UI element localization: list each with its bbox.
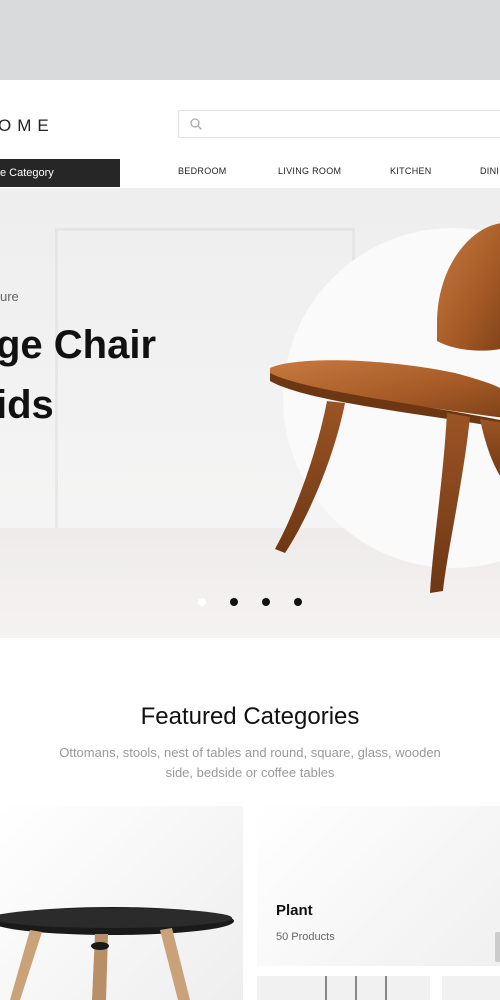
carousel-dots xyxy=(198,598,302,606)
hero-eyebrow: ure xyxy=(0,289,19,304)
category-card-tables[interactable] xyxy=(0,806,243,1000)
hero-title-line2: ids xyxy=(0,383,54,427)
hero-title-line1: ge Chair xyxy=(0,323,157,367)
carousel-dot-1[interactable] xyxy=(198,598,206,606)
lamp-cord xyxy=(355,976,357,1000)
carousel-dot-3[interactable] xyxy=(262,598,270,606)
browser-chrome xyxy=(0,0,500,80)
nav-item-dining[interactable]: DINI xyxy=(480,166,499,176)
category-card-extra[interactable] xyxy=(442,976,500,1000)
lounge-chair-image xyxy=(270,223,500,593)
browse-category-button[interactable]: e Category xyxy=(0,159,120,187)
search-icon[interactable] xyxy=(189,117,203,131)
lamp-cord xyxy=(325,976,327,1000)
search-input[interactable] xyxy=(178,110,500,138)
featured-subtitle: Ottomans, stools, nest of tables and rou… xyxy=(59,745,441,780)
plant-image xyxy=(495,932,500,962)
category-name: Plant xyxy=(276,902,313,919)
nav-item-bedroom[interactable]: BEDROOM xyxy=(178,166,227,176)
lamp-cord xyxy=(385,976,387,1000)
category-count: 50 Products xyxy=(276,931,335,943)
nav-item-kitchen[interactable]: KITCHEN xyxy=(390,166,432,176)
carousel-dot-4[interactable] xyxy=(294,598,302,606)
nav-item-living-room[interactable]: LIVING ROOM xyxy=(278,166,341,176)
category-card-plant[interactable]: Plant 50 Products xyxy=(257,806,500,966)
side-table-image xyxy=(0,907,234,1000)
carousel-dot-2[interactable] xyxy=(230,598,238,606)
category-card-lighting[interactable] xyxy=(257,976,430,1000)
featured-title: Featured Categories xyxy=(140,703,360,730)
site-logo[interactable]: OME xyxy=(0,116,55,136)
hero-banner: ure ge Chair ids xyxy=(0,188,500,638)
